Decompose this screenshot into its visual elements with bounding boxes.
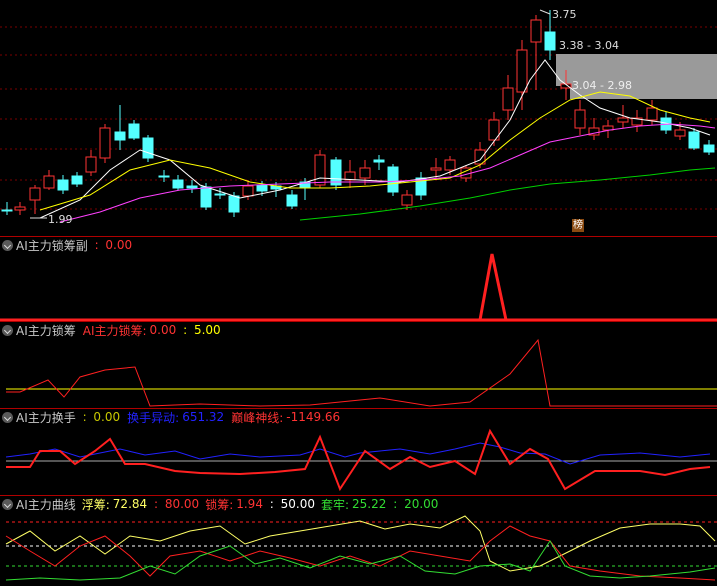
candle-body	[256, 184, 268, 192]
candle-body	[128, 123, 140, 139]
leader-line	[539, 9, 551, 15]
candle-body	[14, 206, 26, 211]
red-series-line	[5, 525, 716, 581]
candle-body	[444, 159, 456, 171]
indicator-plot[interactable]	[0, 322, 717, 408]
ma-line-yellow	[39, 91, 711, 211]
candle-body	[43, 175, 55, 189]
candle-body	[186, 185, 198, 189]
candle-body	[114, 131, 126, 141]
candle-body	[530, 19, 542, 43]
zone-label-1: 3.38 - 3.04	[559, 39, 619, 52]
candle-body	[330, 159, 342, 186]
low-price-label: 1.99	[48, 213, 73, 226]
candle-body	[200, 186, 212, 208]
candle-body	[373, 159, 385, 163]
candle-body	[158, 175, 170, 178]
candle-body	[544, 31, 556, 51]
red-series-line	[6, 428, 711, 492]
candle-body	[242, 185, 254, 197]
indicator-plot[interactable]	[0, 496, 717, 586]
candle-body	[228, 195, 240, 213]
high-price-label: 3.75	[552, 8, 577, 21]
candle-body	[142, 137, 154, 159]
candle-body	[502, 87, 514, 111]
price-chart-panel[interactable]: 3.75 1.99 3.38 - 3.04 3.04 - 2.98 榜	[0, 0, 717, 236]
indicator-plot[interactable]	[0, 237, 717, 321]
signal-marker[interactable]: 榜	[572, 219, 584, 232]
candlestick-chart[interactable]	[0, 0, 717, 236]
candle-body	[430, 167, 442, 171]
candle-body	[703, 144, 715, 153]
candle-body	[646, 107, 658, 121]
candle-body	[387, 166, 399, 193]
green-series-line	[5, 540, 716, 581]
zone-label-2: 3.04 - 2.98	[572, 79, 632, 92]
candle-body	[574, 109, 586, 129]
indicator-plot[interactable]	[0, 409, 717, 495]
candle-body	[516, 49, 528, 93]
indicator-panel-2[interactable]: AI主力锁筹 AI主力锁筹: 0.00 : 5.00	[0, 322, 717, 408]
candle-body	[401, 194, 413, 206]
candle-body	[1, 209, 13, 212]
indicator-panel-3[interactable]: AI主力换手 : 0.00 换手异动: 651.32 巅峰神线: -1149.6…	[0, 409, 717, 495]
candle-body	[286, 194, 298, 207]
indicator-panel-4[interactable]: AI主力曲线 浮筹: 72.84 : 80.00 锁筹: 1.94 : 50.0…	[0, 496, 717, 586]
candle-body	[674, 129, 686, 137]
candle-body	[359, 167, 371, 179]
spike-line	[478, 253, 508, 321]
candle-body	[172, 179, 184, 189]
red-series-line	[6, 338, 717, 407]
candle-body	[99, 127, 111, 159]
candle-body	[617, 117, 629, 123]
candle-body	[85, 156, 97, 173]
candle-body	[688, 131, 700, 149]
indicator-panel-1[interactable]: AI主力锁筹副 : 0.00	[0, 237, 717, 321]
candle-body	[71, 175, 83, 185]
candle-body	[314, 154, 326, 186]
candle-body	[344, 171, 356, 181]
candle-body	[57, 179, 69, 191]
yellow-series-line	[5, 515, 716, 572]
candle-body	[214, 193, 226, 196]
candle-body	[29, 187, 41, 201]
